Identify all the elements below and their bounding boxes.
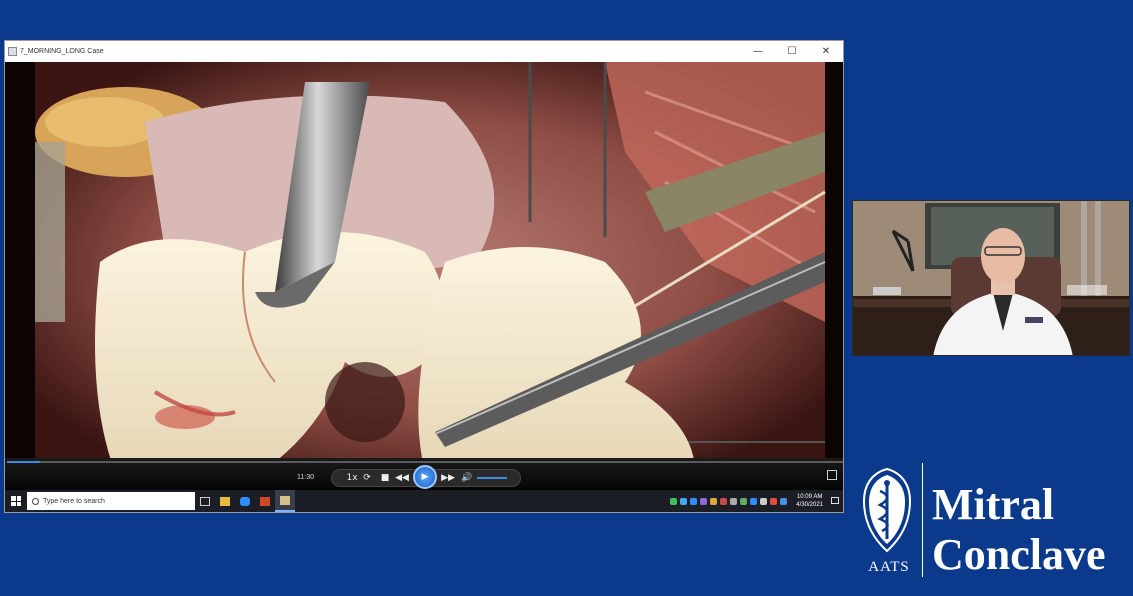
windows-taskbar: Type here to search 10:09 AM 4/30/2021 xyxy=(5,490,843,512)
seek-bar[interactable] xyxy=(7,461,843,463)
windows-logo-icon xyxy=(11,496,21,506)
seek-progress xyxy=(7,461,41,463)
tray-app-icon[interactable] xyxy=(780,497,787,505)
aats-label: AATS xyxy=(868,559,910,575)
rewind-button[interactable]: ◀◀ xyxy=(395,471,409,485)
minimize-button[interactable]: — xyxy=(741,41,775,62)
maximize-button[interactable]: ☐ xyxy=(775,41,809,62)
tray-app-icon[interactable] xyxy=(770,497,777,505)
speaker-webcam-feed xyxy=(852,200,1130,356)
close-button[interactable]: ✕ xyxy=(809,41,843,62)
task-view-icon[interactable] xyxy=(195,490,215,512)
volume-slider[interactable] xyxy=(477,471,507,485)
logo-divider xyxy=(922,463,923,577)
speaker-video-frame xyxy=(853,201,1129,355)
app-icon xyxy=(8,47,17,56)
file-explorer-icon[interactable] xyxy=(215,490,235,512)
window-titlebar[interactable]: 7_MORNING_LONG Case — ☐ ✕ xyxy=(5,41,843,62)
clock-date: 4/30/2021 xyxy=(796,502,823,508)
tray-app-icon[interactable] xyxy=(760,497,767,505)
brand-title-line2: Conclave xyxy=(932,530,1106,579)
tray-app-icon[interactable] xyxy=(700,497,707,505)
media-player-icon[interactable] xyxy=(275,490,295,512)
notification-icon[interactable] xyxy=(831,497,839,504)
taskbar-search-box[interactable]: Type here to search xyxy=(27,492,195,510)
fast-forward-button[interactable]: ▶▶ xyxy=(441,471,455,485)
window-title: 7_MORNING_LONG Case xyxy=(20,48,104,55)
tray-app-icon[interactable] xyxy=(710,497,717,505)
start-button[interactable] xyxy=(5,490,27,512)
system-tray xyxy=(670,490,787,512)
loop-icon[interactable]: ⟳ xyxy=(361,471,373,485)
tray-app-icon[interactable] xyxy=(740,497,747,505)
tray-app-icon[interactable] xyxy=(750,497,757,505)
tray-app-icon[interactable] xyxy=(690,497,697,505)
tray-app-icon[interactable] xyxy=(670,497,677,505)
tray-app-icon[interactable] xyxy=(730,497,737,505)
shared-screen-window: 7_MORNING_LONG Case — ☐ ✕ 11:30 1x ⟳ ■ ◀… xyxy=(4,40,844,513)
brand-title-line1: Mitral xyxy=(932,480,1055,529)
window-controls: — ☐ ✕ xyxy=(741,41,843,62)
aats-mitral-conclave-logo: AATS Mitral Conclave xyxy=(858,463,1128,581)
zoom-icon[interactable] xyxy=(235,490,255,512)
stop-button[interactable]: ■ xyxy=(379,471,391,485)
fullscreen-icon[interactable] xyxy=(827,470,837,480)
taskbar-clock[interactable]: 10:09 AM 4/30/2021 xyxy=(796,493,823,509)
time-label: 11:30 xyxy=(297,474,314,481)
play-button[interactable]: ▶ xyxy=(413,465,437,489)
media-player-controls: 11:30 1x ⟳ ■ ◀◀ ▶ ▶▶ 🔊 xyxy=(5,458,843,492)
volume-icon[interactable]: 🔊 xyxy=(461,471,473,485)
powerpoint-icon[interactable] xyxy=(255,490,275,512)
search-placeholder: Type here to search xyxy=(43,497,105,505)
surgical-video-frame xyxy=(5,62,843,472)
search-icon xyxy=(32,497,39,505)
tray-app-icon[interactable] xyxy=(720,497,727,505)
aats-seal-icon xyxy=(862,467,912,553)
surgical-video[interactable] xyxy=(5,62,843,472)
tray-app-icon[interactable] xyxy=(680,497,687,505)
clock-time: 10:09 AM xyxy=(796,494,823,500)
playback-rate-button[interactable]: 1x xyxy=(345,471,359,485)
